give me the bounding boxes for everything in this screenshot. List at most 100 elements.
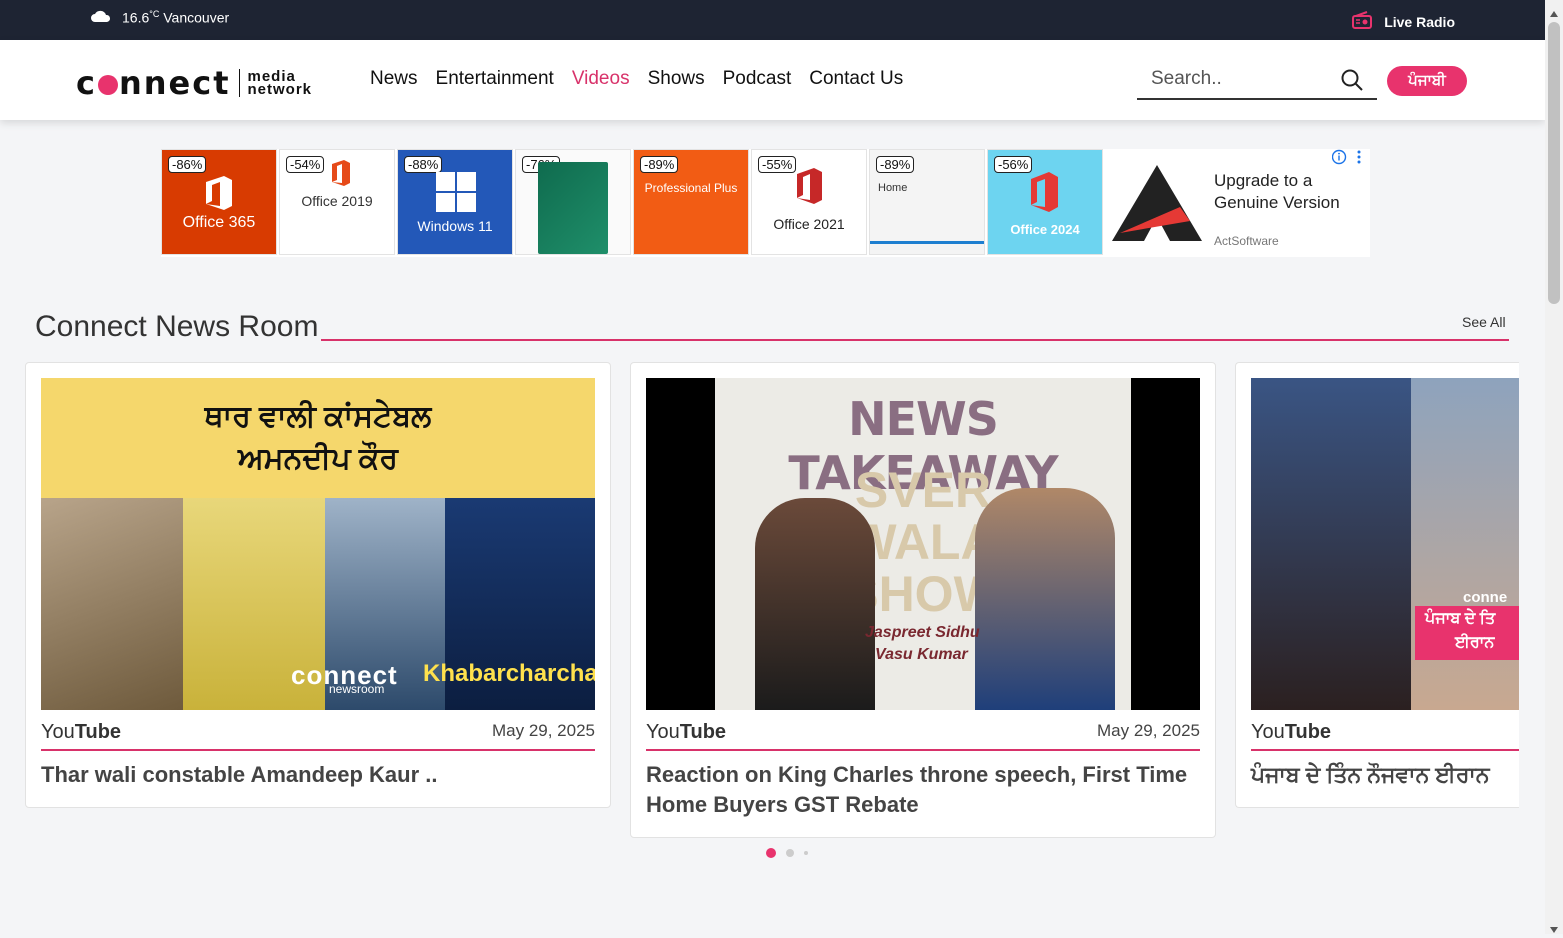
weather-widget: 16.6°C Vancouver (90, 9, 229, 26)
discount-badge: -88% (404, 156, 443, 173)
search-box (1137, 62, 1377, 100)
video-thumbnail[interactable]: NEWS TAKEAWAY SVER WALA SHOW Jaspreet Sidh… (646, 378, 1200, 710)
nav-contact-us[interactable]: Contact Us (809, 68, 903, 90)
thumb-photo (1251, 378, 1411, 710)
ad-tile-label: Office 365 (182, 214, 256, 231)
thumb-brand: conne (1463, 589, 1508, 606)
ad-tile-label: Windows 11 (417, 218, 493, 234)
video-title[interactable]: Thar wali constable Amandeep Kaur .. (41, 760, 595, 790)
discount-badge: -54% (286, 156, 325, 173)
cloud-icon (90, 9, 112, 26)
main-nav: News Entertainment Videos Shows Podcast … (370, 68, 903, 90)
software-box-image (538, 162, 608, 254)
card-divider (646, 749, 1200, 751)
ad-sponsor: ActSoftware (1214, 234, 1279, 248)
ad-tile[interactable]: -88% Windows 11 (397, 149, 513, 255)
scroll-down-arrow-icon[interactable] (1550, 920, 1558, 938)
nav-entertainment[interactable]: Entertainment (436, 68, 554, 90)
ad-tile[interactable]: -89% Professional Plus (633, 149, 749, 255)
ad-tile[interactable]: -86% Office 365 (161, 149, 277, 255)
ad-tile[interactable]: -56% Office 2024 (987, 149, 1103, 255)
ad-headline[interactable]: Upgrade to a Genuine Version (1214, 170, 1364, 214)
live-radio-link[interactable]: Live Radio (1352, 11, 1455, 32)
ad-tile[interactable]: -55% Office 2021 (751, 149, 867, 255)
scrollbar[interactable] (1545, 0, 1563, 934)
carousel-dot[interactable] (804, 851, 808, 855)
video-thumbnail[interactable]: ਥਾਰ ਵਾਲੀ ਕਾਂਸਟੇਬਲ ਅਮਨਦੀਪ ਕੌਰ connect new… (41, 378, 595, 710)
discount-badge: -56% (994, 156, 1033, 173)
card-divider (1251, 749, 1519, 751)
nav-shows[interactable]: Shows (648, 68, 705, 90)
top-bar: 16.6°C Vancouver Live Radio (0, 0, 1545, 40)
video-source: YouTube (646, 721, 727, 743)
nav-videos[interactable]: Videos (572, 68, 630, 90)
search-input[interactable] (1151, 68, 1341, 90)
ad-tile-label: Office 2019 (301, 193, 373, 209)
thumb-caption: ਈਰਾਨ (1455, 634, 1495, 651)
ad-tile[interactable]: -54% Office 2019 (279, 149, 395, 255)
nav-podcast[interactable]: Podcast (723, 68, 792, 90)
thumb-photo (41, 498, 183, 710)
actsoftware-logo-icon (1110, 163, 1204, 248)
office-logo-icon (330, 158, 352, 193)
thumb-caption-box: ਪੰਜਾਬ ਦੇ ਤਿ ਈਰਾਨ (1415, 606, 1519, 660)
ad-tile[interactable]: -89% Home (869, 149, 985, 255)
ad-info-icon[interactable] (1331, 149, 1362, 168)
city-name: Vancouver (163, 9, 230, 26)
punjabi-language-button[interactable]: ਪੰਜਾਬੀ (1387, 66, 1467, 96)
video-title[interactable]: ਪੰਜਾਬ ਦੇ ਤਿੰਨ ਨੌਜਵਾਨ ਈਰਾਨ (1251, 760, 1519, 790)
discount-badge: -89% (640, 156, 679, 173)
video-source: YouTube (1251, 721, 1332, 743)
nav-news[interactable]: News (370, 68, 418, 90)
office-logo-icon (202, 174, 236, 217)
radio-icon (1352, 11, 1373, 32)
thumb-photo (1411, 378, 1519, 710)
video-thumbnail[interactable]: conne ਪੰਜਾਬ ਦੇ ਤਿ ਈਰਾਨ (1251, 378, 1519, 710)
logo-word: c nnect (76, 64, 231, 102)
see-all-link[interactable]: See All (1462, 314, 1506, 330)
ad-tile[interactable]: -76% (515, 149, 631, 255)
search-icon[interactable] (1341, 69, 1363, 96)
logo-subtitle: media network (247, 68, 313, 98)
ad-tile-label: Office 2021 (773, 216, 845, 232)
thumb-banner-line1: ਥਾਰ ਵਾਲੀ ਕਾਂਸਟੇਬਲ (204, 400, 432, 433)
carousel-dot[interactable] (786, 849, 794, 857)
video-date: May 29, 2025 (491, 721, 595, 740)
thumb-banner: ਥਾਰ ਵਾਲੀ ਕਾਂਸਟੇਬਲ ਅਮਨਦੀਪ ਕੌਰ (41, 378, 595, 498)
video-title[interactable]: Reaction on King Charles throne speech, … (646, 760, 1200, 820)
thumb-person (755, 498, 875, 710)
thumb-host: Jaspreet Sidhu (865, 624, 980, 641)
carousel-dot[interactable] (766, 848, 776, 858)
logo-divider (238, 69, 240, 97)
thumb-host: Vasu Kumar (875, 646, 968, 663)
logo-dot (97, 75, 118, 95)
section-divider (321, 339, 1509, 341)
site-logo[interactable]: c nnect media network (76, 64, 312, 102)
video-date: May 29, 2025 (1096, 721, 1200, 740)
ad-tile-label: Professional Plus (644, 181, 738, 195)
video-card[interactable]: ਥਾਰ ਵਾਲੀ ਕਾਂਸਟੇਬਲ ਅਮਨਦੀਪ ਕੌਰ connect new… (25, 362, 611, 808)
live-radio-label: Live Radio (1384, 13, 1455, 30)
scrollbar-thumb[interactable] (1548, 22, 1560, 304)
carousel-pagination (766, 848, 808, 858)
video-source: YouTube (41, 721, 122, 743)
windows-logo-icon (436, 172, 476, 217)
office-logo-icon (1028, 170, 1062, 219)
scroll-up-arrow-icon[interactable] (1550, 4, 1558, 22)
video-card[interactable]: conne ਪੰਜਾਬ ਦੇ ਤਿ ਈਰਾਨ YouTube ਪੰਜਾਬ ਦੇ … (1235, 362, 1519, 808)
discount-badge: -55% (758, 156, 797, 173)
video-card[interactable]: NEWS TAKEAWAY SVER WALA SHOW Jaspreet Sidh… (630, 362, 1216, 838)
office-logo-icon (794, 166, 826, 211)
ad-tile-label: Office 2024 (1010, 222, 1080, 237)
card-divider (41, 749, 595, 751)
tile-underline (870, 241, 984, 244)
section-title: Connect News Room (35, 310, 319, 343)
ad-tile-label: Home (878, 182, 908, 194)
thumb-person (975, 488, 1115, 710)
thumb-banner-line2: ਅਮਨਦੀਪ ਕੌਰ (238, 442, 398, 475)
site-header: c nnect media network News Entertainment V… (0, 40, 1545, 120)
thumb-brand-sub: newsroom (329, 682, 385, 696)
discount-badge: -89% (876, 156, 915, 173)
thumb-panel: NEWS TAKEAWAY SVER WALA SHOW Jaspreet Sidh… (715, 378, 1131, 710)
thumb-tag: Khabarcharcha (423, 660, 595, 687)
